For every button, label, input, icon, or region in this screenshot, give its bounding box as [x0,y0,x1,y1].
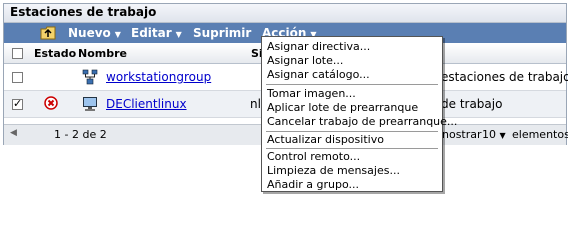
menu-item-asignar-directiva[interactable]: Asignar directiva... [267,40,370,53]
page-size-select[interactable]: 10 ▼ [482,128,506,141]
column-header-estado[interactable]: Estado [34,47,76,60]
suprimir-label: Suprimir [193,26,252,40]
menu-item-cancelar-trabajo-prearranque[interactable]: Cancelar trabajo de prearranque... [267,115,457,128]
row-description: de trabajo [441,97,503,111]
column-header-nombre[interactable]: Nombre [78,47,127,60]
menu-separator [266,131,438,132]
suprimir-button[interactable]: Suprimir [193,25,251,41]
row-name-link[interactable]: workstationgroup [106,70,211,84]
menu-item-tomar-imagen[interactable]: Tomar imagen... [267,87,356,100]
error-status-icon [44,96,58,110]
page-size-value: 10 [482,128,496,141]
show-label: nostrar [442,128,482,141]
menu-item-limpieza-mensajes[interactable]: Limpieza de mensajes... [267,164,400,177]
chevron-down-icon: ▼ [175,30,182,39]
folder-up-icon[interactable] [40,25,56,40]
editar-menu-button[interactable]: Editar ▼ [131,25,182,41]
nuevo-label: Nuevo [68,26,111,40]
panel-title: Estaciones de trabajo [10,5,157,19]
panel-title-bar: Estaciones de trabajo [4,4,566,23]
computer-icon [83,97,97,111]
menu-item-anadir-a-grupo[interactable]: Añadir a grupo... [267,178,359,191]
previous-page-icon[interactable]: ◀ [10,128,17,138]
menu-item-asignar-lote[interactable]: Asignar lote... [267,54,343,67]
chevron-down-icon: ▼ [499,131,506,140]
menu-separator [266,84,438,85]
row-name-link[interactable]: DEClientlinux [106,97,187,111]
menu-item-asignar-catalogo[interactable]: Asignar catálogo... [267,68,370,81]
row-description: estaciones de trabajo [441,70,568,84]
menu-item-actualizar-dispositivo[interactable]: Actualizar dispositivo [267,133,384,146]
row-checkbox[interactable] [12,97,23,110]
editar-label: Editar [131,26,172,40]
items-label: elementos [512,128,568,141]
chevron-down-icon: ▼ [114,30,121,39]
menu-item-control-remoto[interactable]: Control remoto... [267,150,360,163]
accion-dropdown-menu: Asignar directiva... Asignar lote... Asi… [261,36,457,192]
row-cut-value: nl [250,97,261,111]
row-checkbox[interactable] [12,72,23,83]
pagination-range: 1 - 2 de 2 [54,128,107,141]
select-all-checkbox[interactable] [12,48,23,59]
menu-separator [266,148,438,149]
workstation-group-icon [82,69,98,85]
menu-item-aplicar-lote-prearranque[interactable]: Aplicar lote de prearranque [267,101,418,114]
nuevo-menu-button[interactable]: Nuevo ▼ [68,25,121,41]
